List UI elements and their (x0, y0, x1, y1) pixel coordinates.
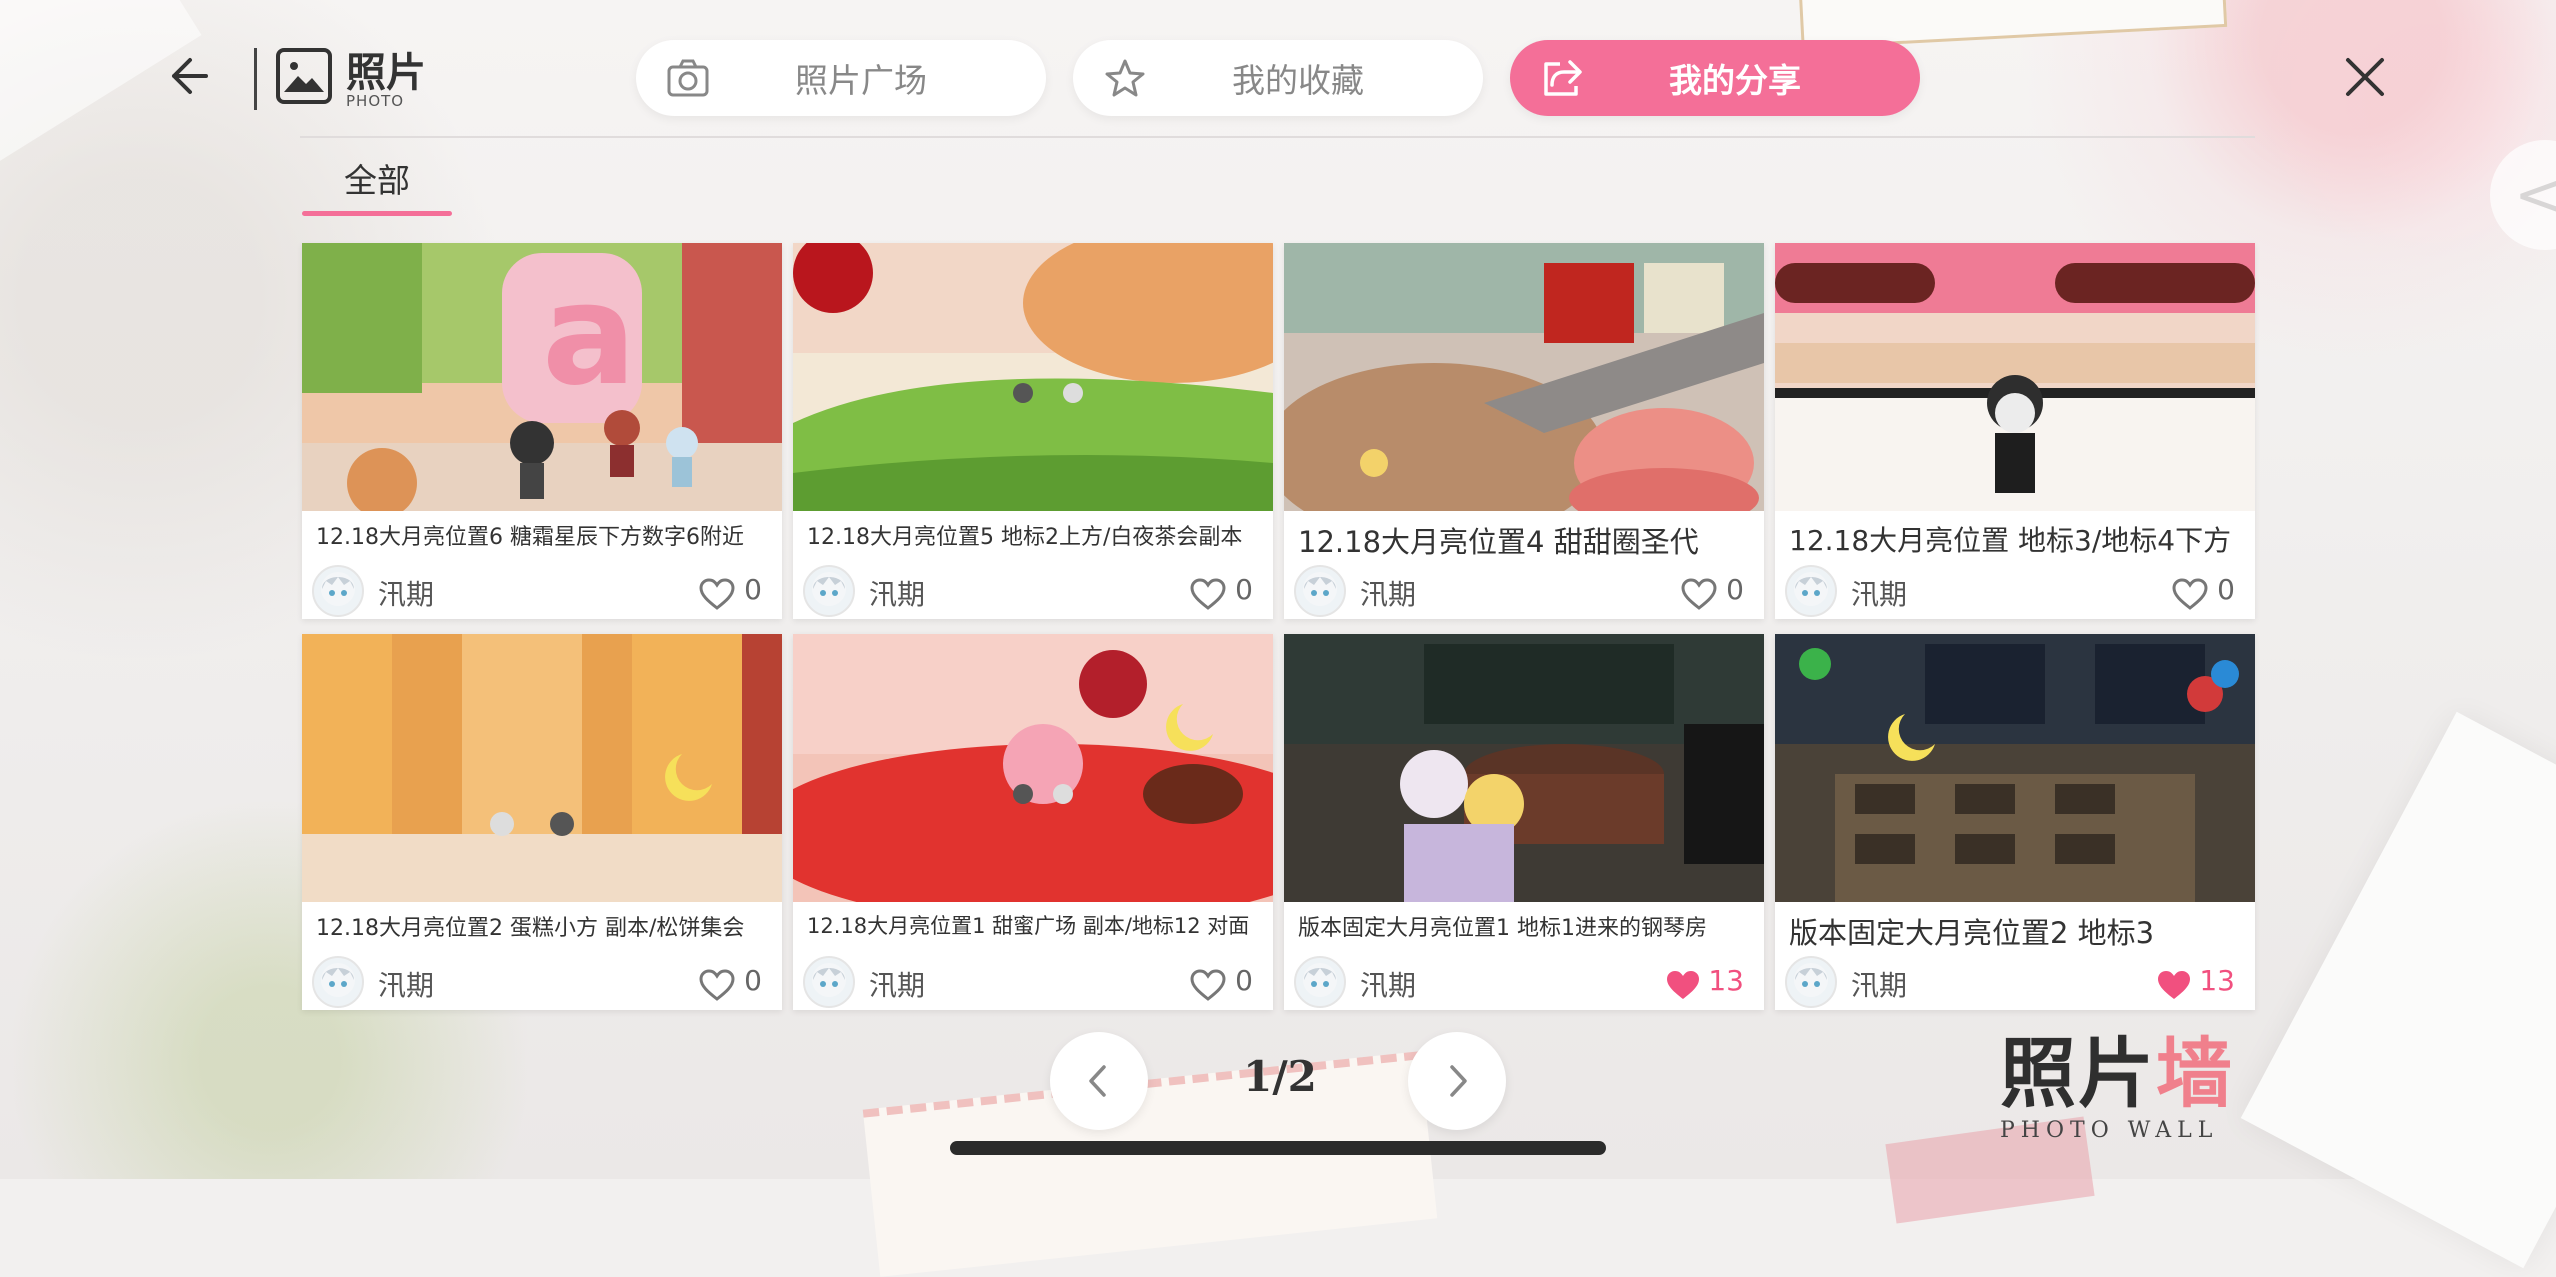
photo-card[interactable]: 12.18大月亮位置4 甜甜圈圣代 汛期 0 (1284, 243, 1764, 619)
heart-filled-icon[interactable] (2155, 968, 2193, 1002)
author-name: 汛期 (378, 578, 435, 611)
page-title: 照片 (346, 50, 426, 96)
heart-outline-icon[interactable] (1189, 968, 1227, 1002)
prev-page-button[interactable] (1050, 1032, 1148, 1130)
photo-wall-logo: 照片墙 PHOTO WALL (2000, 1012, 2260, 1143)
photo-thumbnail[interactable] (793, 634, 1273, 902)
avatar[interactable] (1785, 956, 1837, 1008)
avatar[interactable] (312, 956, 364, 1008)
header-divider (254, 48, 257, 110)
avatar[interactable] (803, 565, 855, 617)
photo-caption: 版本固定大月亮位置2 地标3 (1789, 916, 2155, 950)
author-name: 汛期 (869, 578, 926, 611)
like-count: 0 (2217, 573, 2235, 606)
star-icon (1103, 58, 1147, 98)
like-count: 0 (1726, 573, 1744, 606)
like-count: 0 (744, 964, 762, 997)
chevron-left-icon (1089, 1065, 1106, 1097)
page-indicator: 1/2 (1243, 1052, 1317, 1101)
author-name: 汛期 (1851, 578, 1908, 611)
photo-thumbnail[interactable] (1775, 243, 2255, 511)
category-active-indicator (302, 211, 452, 216)
avatar[interactable] (312, 565, 364, 617)
photo-caption: 12.18大月亮位置5 地标2上方/白夜茶会副本 (807, 525, 1243, 550)
logo-title-main: 照片 (2000, 1029, 2156, 1118)
home-indicator[interactable] (950, 1141, 1606, 1155)
heart-outline-icon[interactable] (698, 577, 736, 611)
share-icon (1540, 58, 1584, 98)
svg-text:a: a (542, 254, 636, 417)
photo-card[interactable]: 12.18大月亮位置2 蛋糕小方 副本/松饼集会 汛期 0 (302, 634, 782, 1010)
photo-card[interactable]: 12.18大月亮位置1 甜蜜广场 副本/地标12 对面 汛期 0 (793, 634, 1273, 1010)
close-icon[interactable] (2340, 52, 2390, 102)
photo-thumbnail[interactable] (1284, 243, 1764, 511)
avatar[interactable] (803, 956, 855, 1008)
photo-caption: 12.18大月亮位置 地标3/地标4下方 (1789, 524, 2232, 557)
photo-thumbnail[interactable] (1284, 634, 1764, 902)
photo-caption: 版本固定大月亮位置1 地标1进来的钢琴房 (1298, 916, 1707, 941)
author-name: 汛期 (1360, 969, 1417, 1002)
header-divider-line (300, 136, 2255, 138)
tab-my-favorites[interactable]: 我的收藏 (1073, 40, 1483, 116)
heart-outline-icon[interactable] (1680, 577, 1718, 611)
logo-title-accent: 墙 (2156, 1029, 2234, 1118)
tab-photo-plaza[interactable]: 照片广场 (636, 40, 1046, 116)
tab-my-shares[interactable]: 我的分享 (1510, 40, 1920, 116)
heart-filled-icon[interactable] (1664, 968, 1702, 1002)
photo-card[interactable]: a 12.18大月亮位置6 糖霜星辰下方数字6附近 汛期 0 (302, 243, 782, 619)
heart-outline-icon[interactable] (1189, 577, 1227, 611)
photo-card[interactable]: 12.18大月亮位置5 地标2上方/白夜茶会副本 汛期 0 (793, 243, 1273, 619)
photo-caption: 12.18大月亮位置2 蛋糕小方 副本/松饼集会 (316, 916, 745, 941)
photo-card[interactable]: 版本固定大月亮位置2 地标3 汛期 13 (1775, 634, 2255, 1010)
author-name: 汛期 (869, 969, 926, 1002)
author-name: 汛期 (378, 969, 435, 1002)
avatar[interactable] (1294, 565, 1346, 617)
photo-caption: 12.18大月亮位置6 糖霜星辰下方数字6附近 (316, 525, 744, 550)
like-count: 0 (744, 573, 762, 606)
chevron-right-icon (1450, 1065, 1467, 1097)
photo-caption: 12.18大月亮位置4 甜甜圈圣代 (1298, 525, 1699, 559)
photo-thumbnail[interactable]: a (302, 243, 782, 511)
like-count: 0 (1235, 964, 1253, 997)
like-count: 0 (1235, 573, 1253, 606)
photo-thumbnail[interactable] (302, 634, 782, 902)
heart-outline-icon[interactable] (698, 968, 736, 1002)
heart-outline-icon[interactable] (2171, 577, 2209, 611)
avatar[interactable] (1294, 956, 1346, 1008)
category-tab-all[interactable]: 全部 (302, 154, 452, 202)
camera-icon (666, 58, 710, 98)
author-name: 汛期 (1360, 578, 1417, 611)
photo-caption: 12.18大月亮位置1 甜蜜广场 副本/地标12 对面 (807, 914, 1250, 938)
photo-thumbnail[interactable] (1775, 634, 2255, 902)
like-count: 13 (2199, 964, 2235, 997)
photo-card[interactable]: 12.18大月亮位置 地标3/地标4下方 汛期 0 (1775, 243, 2255, 619)
author-name: 汛期 (1851, 969, 1908, 1002)
photo-thumbnail[interactable] (793, 243, 1273, 511)
next-page-button[interactable] (1408, 1032, 1506, 1130)
like-count: 13 (1708, 964, 1744, 997)
photo-card[interactable]: 版本固定大月亮位置1 地标1进来的钢琴房 汛期 13 (1284, 634, 1764, 1010)
photo-icon (276, 48, 332, 104)
page-subtitle: PHOTO (346, 92, 405, 110)
back-arrow-icon[interactable] (160, 48, 216, 104)
avatar[interactable] (1785, 565, 1837, 617)
